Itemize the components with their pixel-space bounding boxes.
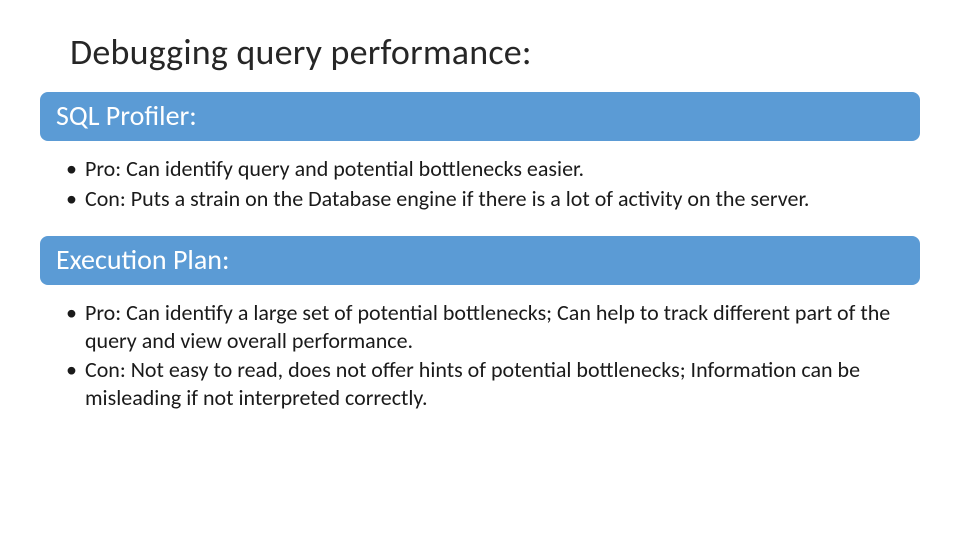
slide-title: Debugging query performance: [70, 30, 920, 74]
bullet-text: Con: Not easy to read, does not offer hi… [85, 356, 904, 411]
section-body-sql-profiler: • Pro: Can identify query and potential … [40, 147, 920, 224]
list-item: • Con: Not easy to read, does not offer … [56, 356, 904, 411]
section-header-execution-plan: Execution Plan: [40, 236, 920, 285]
list-item: • Pro: Can identify a large set of poten… [56, 299, 904, 354]
bullet-text: Con: Puts a strain on the Database engin… [85, 185, 904, 213]
section-header-sql-profiler: SQL Profiler: [40, 92, 920, 141]
bullet-text: Pro: Can identify a large set of potenti… [85, 299, 904, 354]
list-item: • Pro: Can identify query and potential … [56, 155, 904, 183]
bullet-icon: • [66, 185, 77, 213]
bullet-text: Pro: Can identify query and potential bo… [85, 155, 904, 183]
bullet-icon: • [66, 299, 77, 327]
bullet-icon: • [66, 356, 77, 384]
section-body-execution-plan: • Pro: Can identify a large set of poten… [40, 291, 920, 423]
slide: Debugging query performance: SQL Profile… [0, 0, 960, 540]
list-item: • Con: Puts a strain on the Database eng… [56, 185, 904, 213]
bullet-icon: • [66, 155, 77, 183]
